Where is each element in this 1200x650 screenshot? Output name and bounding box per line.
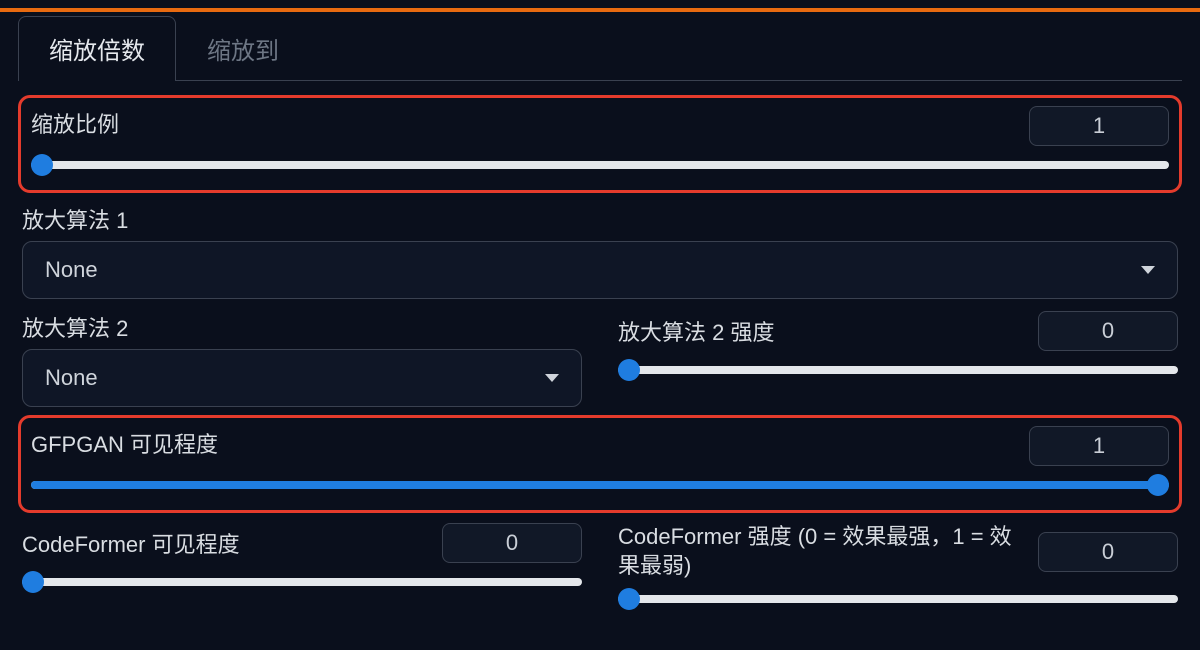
scale-mode-tabs: 缩放倍数 缩放到	[18, 16, 1182, 81]
scale-ratio-slider[interactable]	[31, 156, 1169, 174]
top-accent-bar	[0, 8, 1200, 12]
codeformer-vis-section: CodeFormer 可见程度 0	[22, 523, 582, 591]
gfpgan-highlight: GFPGAN 可见程度 1	[18, 415, 1182, 513]
upscaler2-label: 放大算法 2	[22, 311, 582, 343]
upscaler1-selected: None	[45, 257, 98, 283]
codeformer-strength-value[interactable]: 0	[1038, 532, 1178, 572]
slider-thumb[interactable]	[1147, 474, 1169, 496]
codeformer-row: CodeFormer 可见程度 0 CodeFormer 强度 (0 = 效果最…	[18, 519, 1182, 616]
tab-label: 缩放到	[207, 38, 279, 65]
upscaler2-strength-value-text: 0	[1102, 318, 1114, 344]
upscaler2-select[interactable]: None	[22, 349, 582, 407]
tab-scale-by[interactable]: 缩放倍数	[18, 16, 176, 80]
upscaler2-strength-label: 放大算法 2 强度	[618, 315, 1022, 347]
codeformer-strength-label: CodeFormer 强度 (0 = 效果最强，1 = 效果最弱)	[618, 523, 1022, 580]
chevron-down-icon	[545, 374, 559, 382]
upscaler2-section: 放大算法 2 None	[22, 311, 582, 407]
codeformer-strength-section: CodeFormer 强度 (0 = 效果最强，1 = 效果最弱) 0	[618, 523, 1178, 608]
upscaler1-select[interactable]: None	[22, 241, 1178, 299]
slider-thumb[interactable]	[618, 588, 640, 610]
scale-ratio-value-text: 1	[1093, 113, 1105, 139]
codeformer-vis-value[interactable]: 0	[442, 523, 582, 563]
upscaler2-strength-value[interactable]: 0	[1038, 311, 1178, 351]
codeformer-strength-slider[interactable]	[618, 590, 1178, 608]
scale-ratio-highlight: 缩放比例 1	[18, 95, 1182, 193]
scale-ratio-label: 缩放比例	[31, 107, 119, 139]
codeformer-vis-label: CodeFormer 可见程度	[22, 527, 426, 559]
upscaler2-strength-section: 放大算法 2 强度 0	[618, 311, 1178, 379]
slider-thumb[interactable]	[618, 359, 640, 381]
slider-thumb[interactable]	[31, 154, 53, 176]
upscaler1-label: 放大算法 1	[22, 203, 1178, 235]
gfpgan-value-text: 1	[1093, 433, 1105, 459]
scale-ratio-value[interactable]: 1	[1029, 106, 1169, 146]
upscaler1-section: 放大算法 1 None	[18, 199, 1182, 307]
tab-label: 缩放倍数	[49, 38, 145, 65]
slider-thumb[interactable]	[22, 571, 44, 593]
tab-scale-to[interactable]: 缩放到	[176, 16, 310, 80]
codeformer-vis-slider[interactable]	[22, 573, 582, 591]
gfpgan-label: GFPGAN 可见程度	[31, 427, 218, 459]
codeformer-strength-value-text: 0	[1102, 539, 1114, 565]
upscaler2-selected: None	[45, 365, 98, 391]
codeformer-vis-value-text: 0	[506, 530, 518, 556]
gfpgan-value[interactable]: 1	[1029, 426, 1169, 466]
upscaler2-row: 放大算法 2 None 放大算法 2 强度 0	[18, 307, 1182, 415]
upscaler2-strength-slider[interactable]	[618, 361, 1178, 379]
chevron-down-icon	[1141, 266, 1155, 274]
gfpgan-slider[interactable]	[31, 476, 1169, 494]
